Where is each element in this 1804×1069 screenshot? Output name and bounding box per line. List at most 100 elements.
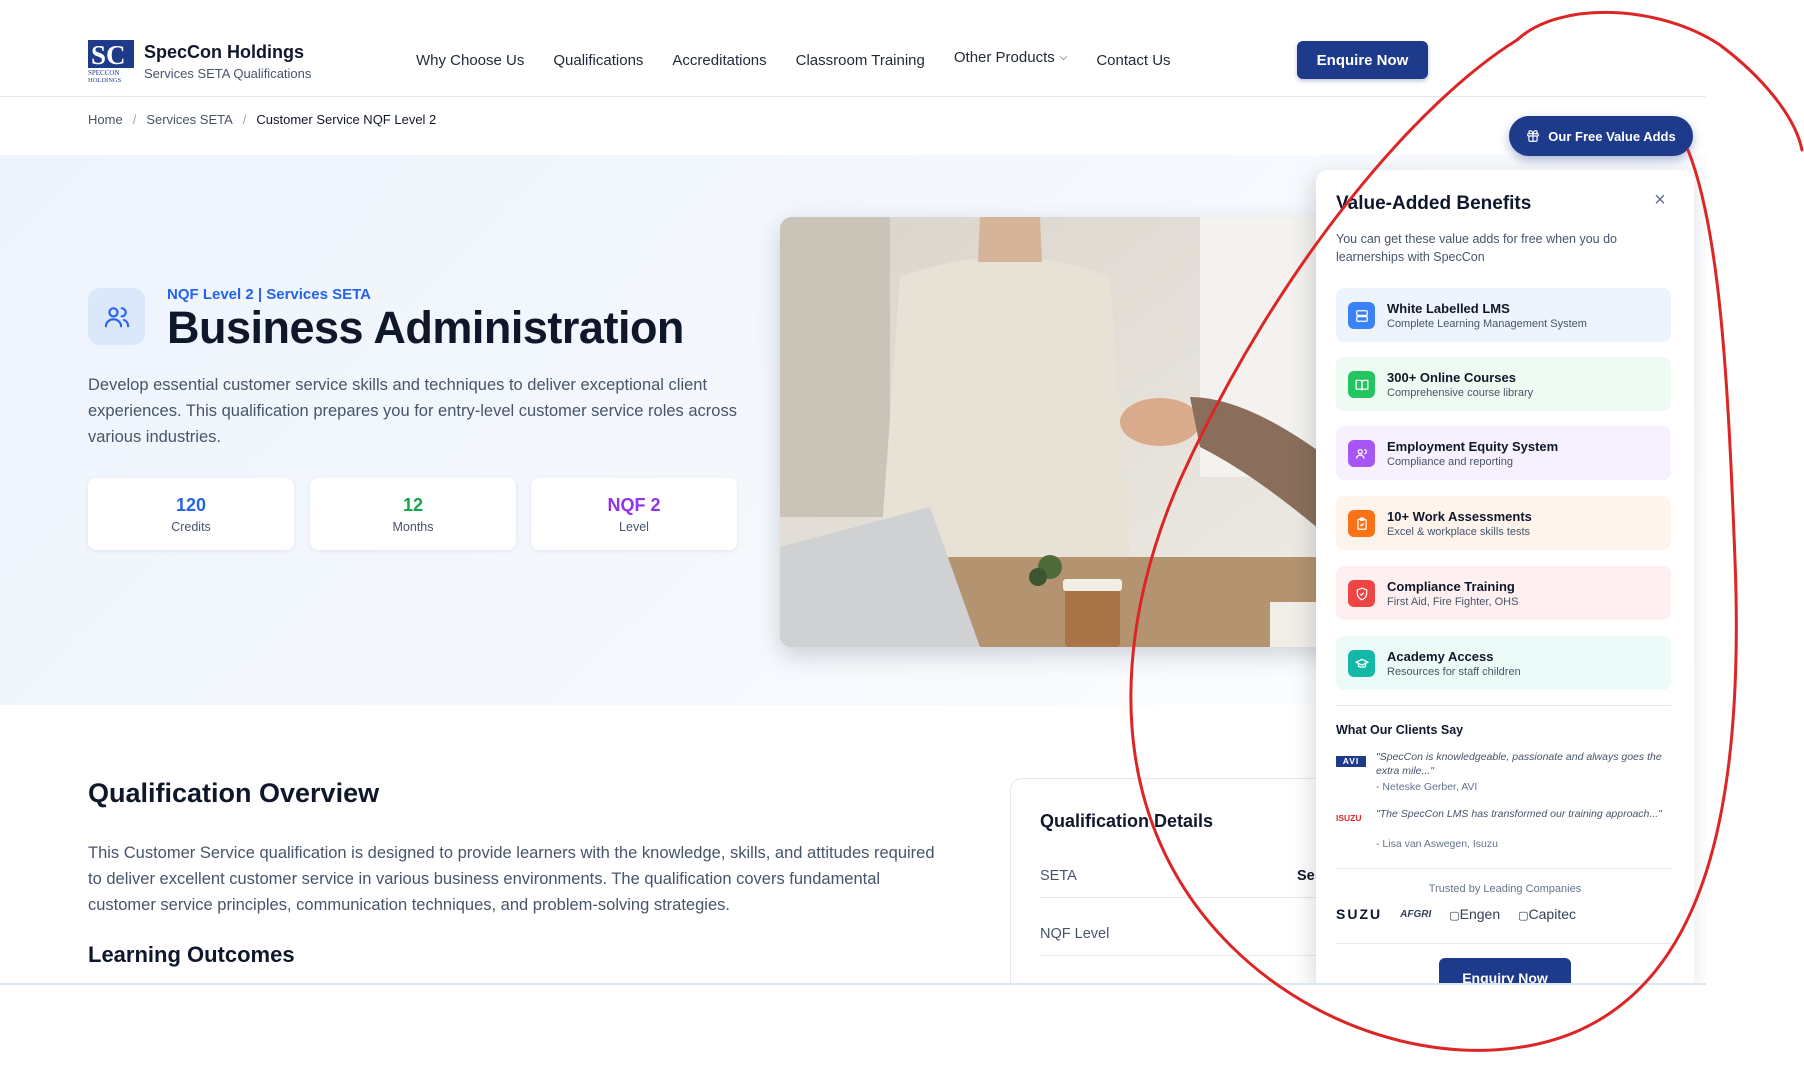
nav-other-products[interactable]: Other Products ⌵: [954, 49, 1067, 66]
learning-outcomes-title: Learning Outcomes: [88, 942, 295, 967]
benefit-subtitle: Compliance and reporting: [1387, 456, 1513, 468]
capitec-logo: ▢Capitec: [1518, 906, 1576, 922]
nav-accreditations[interactable]: Accreditations: [672, 52, 766, 69]
testimonial-quote: "SpecCon is knowledgeable, passionate an…: [1376, 751, 1662, 777]
benefit-title: White Labelled LMS: [1387, 301, 1510, 316]
benefit-compliance-training[interactable]: Compliance Training First Aid, Fire Figh…: [1336, 566, 1671, 620]
breadcrumb-home[interactable]: Home: [88, 112, 123, 127]
overview-title: Qualification Overview: [88, 778, 380, 808]
stat-value: NQF 2: [607, 495, 661, 515]
engen-logo: ▢Engen: [1449, 906, 1500, 922]
handshake-photo: [780, 217, 1340, 647]
stat-card-months: 12 Months: [310, 478, 516, 550]
clients-title: What Our Clients Say: [1336, 723, 1464, 737]
site-header: SC SPECCON HOLDINGS SpecCon Holdings Ser…: [0, 0, 1706, 97]
main-nav: Why Choose Us Qualifications Accreditati…: [416, 49, 1171, 69]
overview-text: This Customer Service qualification is d…: [88, 844, 935, 914]
stat-label: Level: [619, 520, 649, 534]
breadcrumb-separator: /: [242, 112, 247, 127]
trusted-by-label: Trusted by Leading Companies: [1428, 883, 1582, 895]
benefit-online-courses[interactable]: 300+ Online Courses Comprehensive course…: [1336, 357, 1671, 411]
brand-name[interactable]: SpecCon Holdings: [144, 42, 304, 63]
detail-divider: [1040, 897, 1360, 898]
benefit-subtitle: Excel & workplace skills tests: [1387, 526, 1531, 538]
broken-image-icon: ▢: [1449, 910, 1460, 922]
testimonial-quote: "The SpecCon LMS has transformed our tra…: [1376, 808, 1662, 820]
users-icon: [1348, 440, 1375, 467]
benefit-employment-equity[interactable]: Employment Equity System Compliance and …: [1336, 426, 1671, 480]
trusted-logos: SUZU AFGRI ▢Engen ▢Capitec: [1336, 906, 1676, 922]
stat-value: 12: [402, 495, 424, 515]
panel-divider: [1336, 705, 1671, 706]
afgri-logo: AFGRI: [1400, 908, 1432, 920]
qualification-tag: NQF Level 2 | Services SETA: [167, 286, 372, 303]
free-value-adds-label: Our Free Value Adds: [1548, 128, 1676, 144]
nav-other-products-label: Other Products: [953, 49, 1055, 66]
benefit-subtitle: Resources for staff children: [1387, 666, 1521, 678]
panel-divider: [1336, 943, 1671, 944]
benefit-title: 10+ Work Assessments: [1387, 509, 1532, 524]
value-added-benefits-panel: Value-Added Benefits × You can get these…: [1316, 170, 1694, 985]
svg-text:SC: SC: [91, 40, 126, 70]
hero-description: Develop essential customer service skill…: [88, 376, 737, 446]
breadcrumb-services-seta[interactable]: Services SETA: [146, 112, 232, 127]
clipboard-icon: [1348, 510, 1375, 537]
gift-icon: [1527, 130, 1540, 142]
svg-text:SPECCON: SPECCON: [88, 69, 120, 77]
stat-label: Credits: [171, 520, 211, 534]
benefit-work-assessments[interactable]: 10+ Work Assessments Excel & workplace s…: [1336, 496, 1671, 550]
breadcrumb-separator: /: [132, 112, 137, 127]
nav-qualifications[interactable]: Qualifications: [553, 52, 643, 69]
enquiry-now-button[interactable]: Enquiry Now: [1439, 958, 1571, 985]
panel-divider: [1336, 868, 1671, 869]
detail-value: Se: [1297, 868, 1315, 884]
users-icon: [88, 288, 145, 345]
stat-label: Months: [392, 520, 434, 534]
close-icon[interactable]: ×: [1650, 190, 1670, 210]
breadcrumb-current: Customer Service NQF Level 2: [256, 112, 437, 127]
benefit-title: Compliance Training: [1387, 579, 1515, 594]
panel-title: Value-Added Benefits: [1336, 193, 1532, 214]
benefit-subtitle: Complete Learning Management System: [1387, 318, 1587, 330]
shield-icon: [1348, 580, 1375, 607]
detail-divider: [1040, 955, 1360, 956]
stat-value: 120: [175, 495, 207, 515]
viewport-bottom-edge: [0, 983, 1706, 985]
free-value-adds-button[interactable]: Our Free Value Adds: [1509, 116, 1693, 156]
broken-image-icon: ▢: [1518, 910, 1529, 922]
benefit-title: Academy Access: [1387, 649, 1494, 664]
detail-key: SETA: [1040, 868, 1077, 884]
benefit-title: 300+ Online Courses: [1387, 370, 1516, 385]
panel-intro: You can get these value adds for free wh…: [1336, 232, 1617, 264]
avi-logo: AVI: [1336, 756, 1366, 767]
svg-text:HOLDINGS: HOLDINGS: [88, 77, 122, 82]
chevron-down-icon: ⌵: [1059, 52, 1068, 63]
website-viewport: SC SPECCON HOLDINGS SpecCon Holdings Ser…: [0, 0, 1706, 985]
benefit-white-labelled-lms[interactable]: White Labelled LMS Complete Learning Man…: [1336, 288, 1671, 342]
book-icon: [1348, 371, 1375, 398]
speccon-logo[interactable]: SC SPECCON HOLDINGS: [88, 40, 134, 82]
suzu-logo: SUZU: [1336, 906, 1383, 922]
benefit-academy-access[interactable]: Academy Access Resources for staff child…: [1336, 636, 1671, 690]
isuzu-logo: ISUZU: [1336, 813, 1362, 823]
capitec-logo-alt: Capitec: [1528, 906, 1576, 922]
stat-card-credits: 120 Credits: [88, 478, 294, 550]
detail-key: NQF Level: [1040, 926, 1110, 942]
brand-subtitle: Services SETA Qualifications: [144, 66, 312, 81]
benefit-title: Employment Equity System: [1387, 439, 1559, 454]
graduation-cap-icon: [1348, 650, 1375, 677]
testimonial-author: - Lisa van Aswegen, Isuzu: [1376, 838, 1498, 850]
benefit-subtitle: Comprehensive course library: [1387, 387, 1534, 399]
breadcrumb: Home / Services SETA / Customer Service …: [88, 112, 436, 127]
benefit-subtitle: First Aid, Fire Fighter, OHS: [1387, 596, 1519, 608]
engen-logo-alt: Engen: [1459, 906, 1501, 922]
testimonial-author: - Neteske Gerber, AVI: [1376, 781, 1478, 793]
nav-why-choose-us[interactable]: Why Choose Us: [416, 52, 524, 69]
nav-contact-us[interactable]: Contact Us: [1096, 52, 1170, 69]
enquire-now-button[interactable]: Enquire Now: [1297, 41, 1428, 79]
qualification-details-title: Qualification Details: [1040, 811, 1214, 831]
stat-card-level: NQF 2 Level: [531, 478, 737, 550]
server-icon: [1348, 302, 1375, 329]
page-title: Business Administration: [167, 302, 684, 353]
nav-classroom-training[interactable]: Classroom Training: [796, 52, 925, 69]
